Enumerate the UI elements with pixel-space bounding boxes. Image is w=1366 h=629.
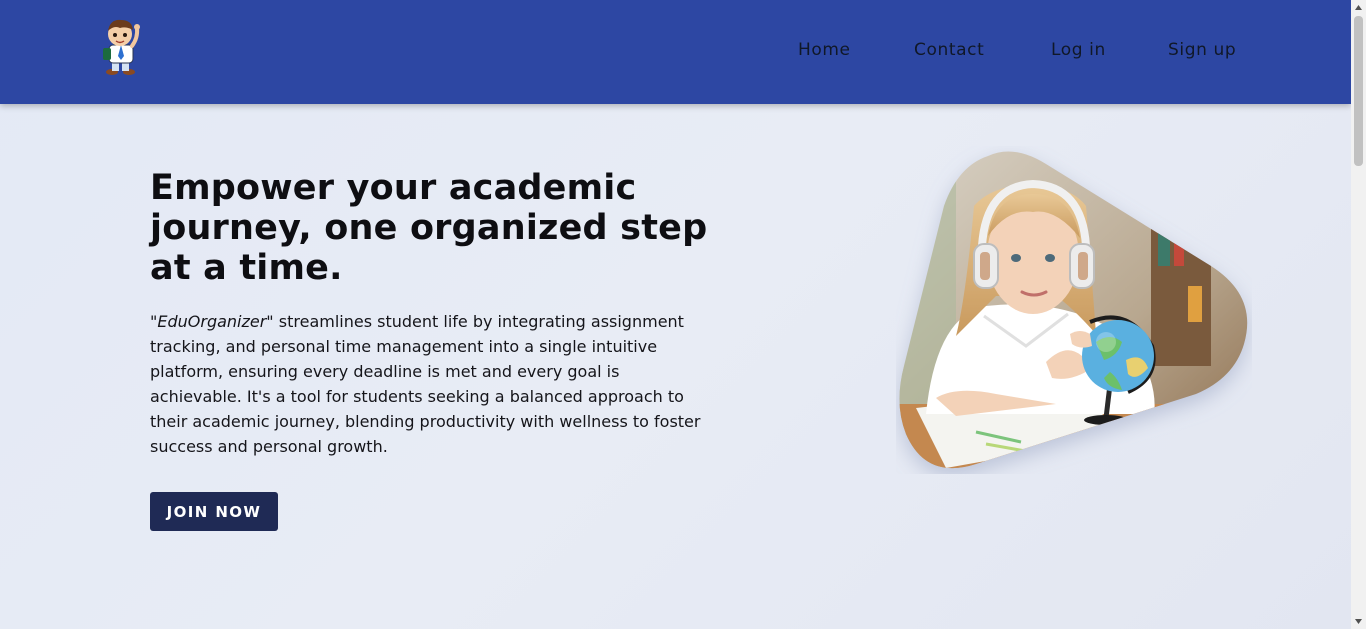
brand-name: "EduOrganizer" <box>150 312 274 331</box>
nav-home-link[interactable]: Home <box>798 40 851 60</box>
scroll-down-arrow-icon[interactable] <box>1354 617 1363 626</box>
scrollbar-thumb[interactable] <box>1354 16 1363 166</box>
join-now-button[interactable]: JOIN NOW <box>150 492 278 531</box>
scroll-up-arrow-icon[interactable] <box>1354 3 1363 12</box>
hero-description: "EduOrganizer" streamlines student life … <box>150 309 710 459</box>
nav-signup-link[interactable]: Sign up <box>1168 40 1236 60</box>
nav-contact-link[interactable]: Contact <box>914 40 984 60</box>
hero-description-text: streamlines student life by integrating … <box>150 312 701 456</box>
site-header: Home Contact Log in Sign up <box>0 0 1351 104</box>
vertical-scrollbar[interactable] <box>1351 0 1366 629</box>
girl-with-globe-photo <box>899 151 1248 469</box>
student-mascot-icon[interactable] <box>100 16 142 76</box>
hero-title: Empower your academic journey, one organ… <box>150 168 708 288</box>
nav-login-link[interactable]: Log in <box>1051 40 1106 60</box>
